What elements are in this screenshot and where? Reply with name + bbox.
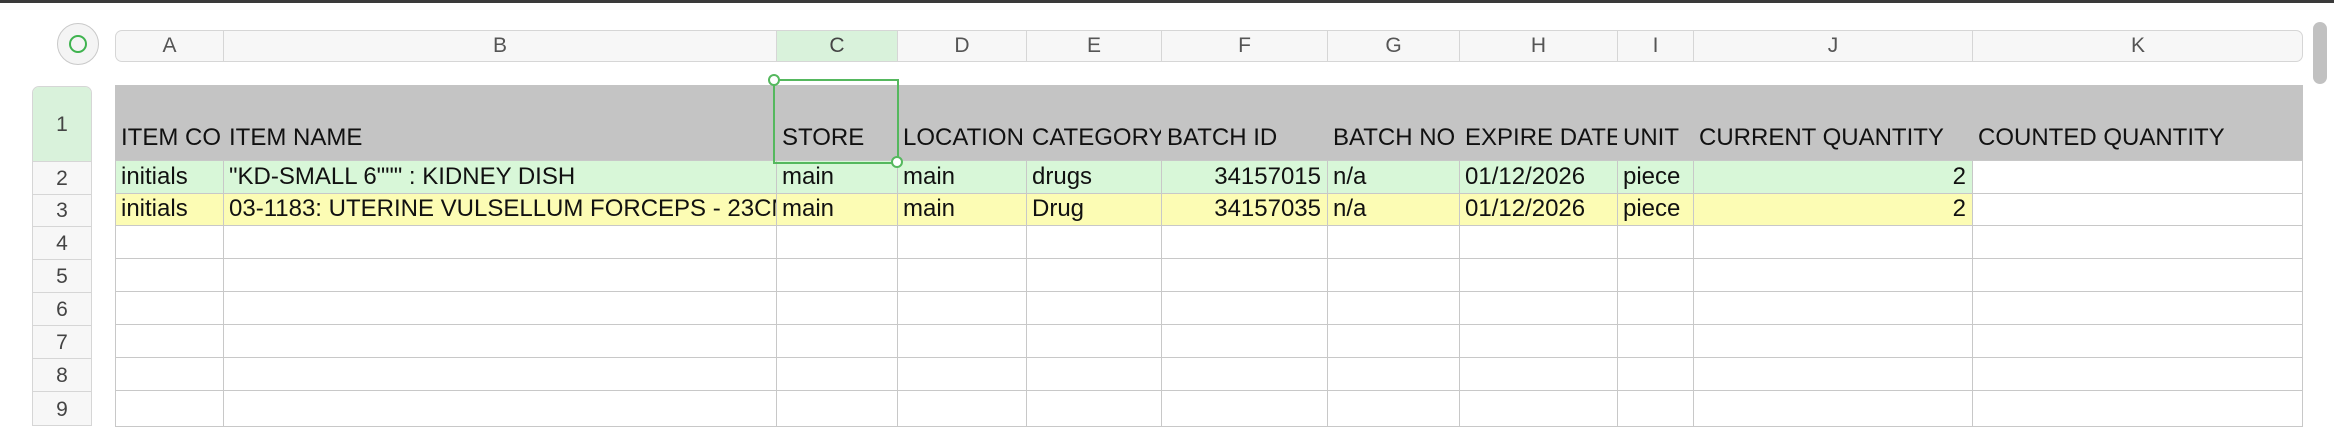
column-header-b[interactable]: B (224, 31, 777, 61)
row-header-9[interactable]: 9 (33, 392, 91, 425)
selection-handle-top[interactable] (768, 74, 780, 86)
row-header-7[interactable]: 7 (33, 326, 91, 359)
cell-e3[interactable]: Drug (1026, 193, 1161, 225)
cell-f3[interactable]: 34157035 (1161, 193, 1327, 225)
select-all-button[interactable] (57, 23, 99, 65)
row-header-3[interactable]: 3 (33, 195, 91, 227)
header-cell-i[interactable]: UNIT (1617, 121, 1693, 155)
cell-k3[interactable] (1972, 193, 2303, 225)
cell-i3[interactable]: piece (1617, 193, 1693, 225)
column-header-a[interactable]: A (116, 31, 224, 61)
row-gridline (115, 291, 2303, 292)
cell-f2[interactable]: 34157015 (1161, 160, 1327, 193)
column-header-h[interactable]: H (1460, 31, 1618, 61)
header-cell-a[interactable]: ITEM COI (115, 121, 223, 155)
row-gridline (115, 258, 2303, 259)
header-cell-d[interactable]: LOCATION (897, 121, 1026, 155)
cell-selection-outline[interactable] (768, 74, 903, 168)
cell-b3[interactable]: 03-1183: UTERINE VULSELLUM FORCEPS - 23C… (223, 193, 776, 225)
cell-j3[interactable]: 2 (1693, 193, 1972, 225)
header-cell-h[interactable]: EXPIRE DATE (1459, 121, 1617, 155)
column-header-j[interactable]: J (1694, 31, 1973, 61)
cell-c3[interactable]: main (776, 193, 897, 225)
cell-d2[interactable]: main (897, 160, 1026, 193)
cell-a2[interactable]: initials (115, 160, 223, 193)
cell-j2[interactable]: 2 (1693, 160, 1972, 193)
window-top-edge (0, 0, 2334, 3)
column-header-e[interactable]: E (1027, 31, 1162, 61)
cell-k2[interactable] (1972, 160, 2303, 193)
cell-a3[interactable]: initials (115, 193, 223, 225)
row-header-5[interactable]: 5 (33, 260, 91, 293)
selection-handle-bottom[interactable] (891, 156, 903, 168)
cell-g2[interactable]: n/a (1327, 160, 1459, 193)
circle-icon (69, 35, 87, 53)
cell-g3[interactable]: n/a (1327, 193, 1459, 225)
row-gridline (115, 390, 2303, 391)
row-gridline (115, 225, 2303, 226)
sheet-grid[interactable]: ITEM COI ITEM NAME STORE LOCATION CATEGORY BA… (115, 74, 2303, 427)
header-cell-e[interactable]: CATEGORY (1026, 121, 1161, 155)
cell-i2[interactable]: piece (1617, 160, 1693, 193)
row-header-6[interactable]: 6 (33, 293, 91, 326)
header-cell-g[interactable]: BATCH NO (1327, 121, 1459, 155)
row-header-bar: 123456789 (32, 86, 92, 426)
cell-h2[interactable]: 01/12/2026 (1459, 160, 1617, 193)
header-cell-b[interactable]: ITEM NAME (223, 121, 776, 155)
column-header-f[interactable]: F (1162, 31, 1328, 61)
row-header-1[interactable]: 1 (33, 87, 91, 162)
column-header-bar: ABCDEFGHIJK (115, 30, 2303, 62)
cell-h3[interactable]: 01/12/2026 (1459, 193, 1617, 225)
row-header-2[interactable]: 2 (33, 162, 91, 195)
row-gridline (115, 324, 2303, 325)
cell-e2[interactable]: drugs (1026, 160, 1161, 193)
vertical-scrollbar[interactable] (2313, 22, 2327, 84)
cell-b2[interactable]: "KD-SMALL 6""" : KIDNEY DISH (223, 160, 776, 193)
cell-c2[interactable]: main (776, 160, 897, 193)
row-header-8[interactable]: 8 (33, 359, 91, 392)
cell-d3[interactable]: main (897, 193, 1026, 225)
header-cell-k[interactable]: COUNTED QUANTITY (1972, 121, 2303, 155)
header-cell-j[interactable]: CURRENT QUANTITY (1693, 121, 1972, 155)
column-header-k[interactable]: K (1973, 31, 2302, 61)
row-header-4[interactable]: 4 (33, 227, 91, 260)
column-header-d[interactable]: D (898, 31, 1027, 61)
column-header-i[interactable]: I (1618, 31, 1694, 61)
column-header-c[interactable]: C (777, 31, 898, 61)
header-cell-f[interactable]: BATCH ID (1161, 121, 1327, 155)
column-header-g[interactable]: G (1328, 31, 1460, 61)
row-gridline (115, 357, 2303, 358)
